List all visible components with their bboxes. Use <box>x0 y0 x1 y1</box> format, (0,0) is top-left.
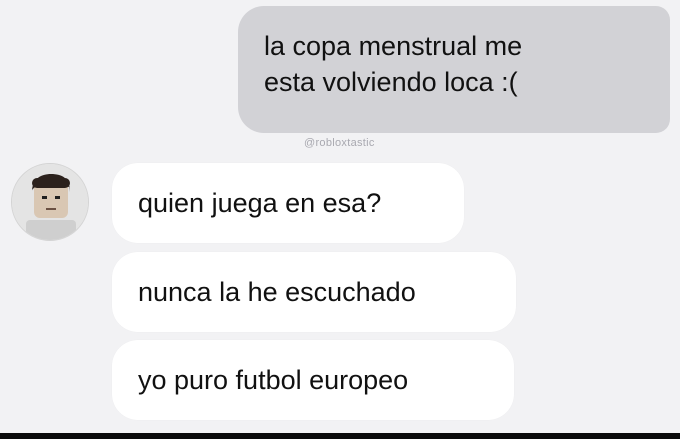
roblox-avatar-icon[interactable] <box>11 163 89 241</box>
received-message-bubble: nunca la he escuchado <box>112 252 516 332</box>
received-message-bubble: yo puro futbol europeo <box>112 340 514 420</box>
watermark: @robloxtastic <box>304 137 375 149</box>
sent-message-line: la copa menstrual me <box>264 31 523 61</box>
received-message-bubble: quien juega en esa? <box>112 163 464 243</box>
sent-message-line: esta volviendo loca :( <box>264 67 518 97</box>
sent-message-bubble: la copa menstrual me esta volviendo loca… <box>238 6 670 133</box>
avatar-face <box>12 164 88 240</box>
bottom-edge <box>0 433 680 439</box>
chat-screen: la copa menstrual me esta volviendo loca… <box>0 0 680 433</box>
